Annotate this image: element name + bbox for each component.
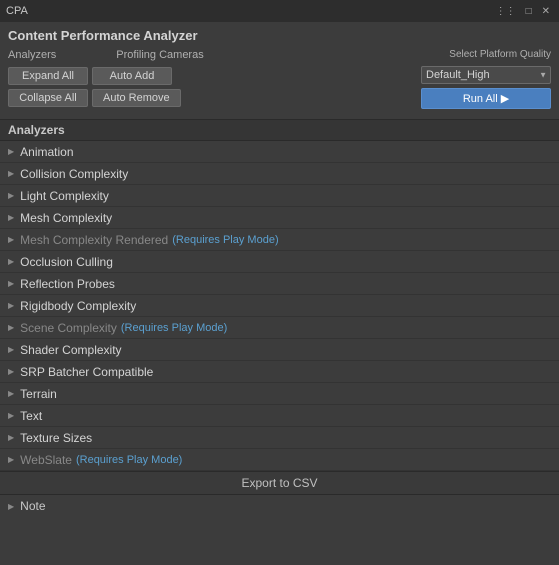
list-item[interactable]: ▶ Rigidbody Complexity — [0, 295, 559, 317]
maximize-icon[interactable]: □ — [523, 5, 535, 18]
list-item[interactable]: ▶ Terrain — [0, 383, 559, 405]
list-item[interactable]: ▶ Light Complexity — [0, 185, 559, 207]
collapse-all-button[interactable]: Collapse All — [8, 89, 88, 107]
controls-row: Analyzers Profiling Cameras Expand All A… — [8, 49, 551, 109]
expand-icon: ▶ — [8, 323, 14, 332]
menu-icon[interactable]: ⋮⋮ — [493, 5, 519, 18]
run-all-button[interactable]: Run All ▶ — [421, 88, 551, 109]
item-label: Shader Complexity — [20, 343, 121, 357]
title-bar-icons: ⋮⋮ □ ✕ — [493, 5, 553, 18]
requires-play-badge: (Requires Play Mode) — [172, 234, 278, 246]
expand-icon: ▶ — [8, 389, 14, 398]
item-label: Texture Sizes — [20, 431, 92, 445]
expand-icon: ▶ — [8, 502, 14, 511]
requires-play-badge: (Requires Play Mode) — [76, 454, 182, 466]
note-item[interactable]: ▶ Note — [0, 495, 559, 517]
item-label: Collision Complexity — [20, 167, 128, 181]
item-label: Mesh Complexity — [20, 211, 112, 225]
expand-icon: ▶ — [8, 345, 14, 354]
list-item[interactable]: ▶ Reflection Probes — [0, 273, 559, 295]
list-item[interactable]: ▶ Scene Complexity (Requires Play Mode) — [0, 317, 559, 339]
item-label: Light Complexity — [20, 189, 109, 203]
list-item[interactable]: ▶ Text — [0, 405, 559, 427]
item-label: Animation — [20, 145, 73, 159]
auto-remove-button[interactable]: Auto Remove — [92, 89, 181, 107]
right-buttons-row: Collapse All Auto Remove — [8, 89, 204, 107]
item-label: Rigidbody Complexity — [20, 299, 136, 313]
expand-all-button[interactable]: Expand All — [8, 67, 88, 85]
item-label: Text — [20, 409, 42, 423]
left-buttons-row: Expand All Auto Add — [8, 67, 204, 85]
item-label: Scene Complexity — [20, 321, 117, 335]
title-bar: CPA ⋮⋮ □ ✕ — [0, 0, 559, 22]
expand-icon: ▶ — [8, 411, 14, 420]
list-item[interactable]: ▶ Animation — [0, 141, 559, 163]
expand-icon: ▶ — [8, 455, 14, 464]
item-label: Terrain — [20, 387, 57, 401]
list-item[interactable]: ▶ WebSlate (Requires Play Mode) — [0, 449, 559, 471]
list-item[interactable]: ▶ SRP Batcher Compatible — [0, 361, 559, 383]
analyzer-list: ▶ Animation ▶ Collision Complexity ▶ Lig… — [0, 141, 559, 471]
expand-icon: ▶ — [8, 257, 14, 266]
note-label: Note — [20, 499, 45, 513]
expand-icon: ▶ — [8, 279, 14, 288]
list-item[interactable]: ▶ Mesh Complexity — [0, 207, 559, 229]
expand-icon: ▶ — [8, 301, 14, 310]
auto-add-button[interactable]: Auto Add — [92, 67, 172, 85]
analyzers-section-header: Analyzers — [0, 119, 559, 141]
item-label: Mesh Complexity Rendered — [20, 233, 168, 247]
item-label: Reflection Probes — [20, 277, 115, 291]
list-item[interactable]: ▶ Shader Complexity — [0, 339, 559, 361]
list-item[interactable]: ▶ Texture Sizes — [0, 427, 559, 449]
profiling-cameras-label: Profiling Cameras — [116, 49, 203, 61]
title-bar-left: CPA — [6, 5, 28, 17]
expand-icon: ▶ — [8, 169, 14, 178]
panel-title: Content Performance Analyzer — [8, 28, 551, 43]
expand-icon: ▶ — [8, 433, 14, 442]
expand-icon: ▶ — [8, 213, 14, 222]
list-item[interactable]: ▶ Occlusion Culling — [0, 251, 559, 273]
expand-icon: ▶ — [8, 191, 14, 200]
list-item[interactable]: ▶ Mesh Complexity Rendered (Requires Pla… — [0, 229, 559, 251]
platform-quality-select[interactable]: Default_High Default_Low Default_Medium — [421, 66, 551, 84]
left-controls: Analyzers Profiling Cameras Expand All A… — [8, 49, 204, 107]
expand-icon: ▶ — [8, 235, 14, 244]
platform-quality-label: Select Platform Quality — [449, 49, 551, 60]
panel: Content Performance Analyzer Analyzers P… — [0, 22, 559, 113]
right-controls: Select Platform Quality Default_High Def… — [421, 49, 551, 109]
expand-icon: ▶ — [8, 147, 14, 156]
item-label: Occlusion Culling — [20, 255, 113, 269]
export-csv-button[interactable]: Export to CSV — [0, 471, 559, 495]
item-label: WebSlate — [20, 453, 72, 467]
analyzers-label: Analyzers — [8, 49, 56, 61]
expand-icon: ▶ — [8, 367, 14, 376]
item-label: SRP Batcher Compatible — [20, 365, 153, 379]
requires-play-badge: (Requires Play Mode) — [121, 322, 227, 334]
control-labels: Analyzers Profiling Cameras — [8, 49, 204, 61]
platform-quality-wrapper: Default_High Default_Low Default_Medium — [421, 66, 551, 84]
title-text: CPA — [6, 5, 28, 17]
close-icon[interactable]: ✕ — [539, 5, 553, 18]
list-item[interactable]: ▶ Collision Complexity — [0, 163, 559, 185]
